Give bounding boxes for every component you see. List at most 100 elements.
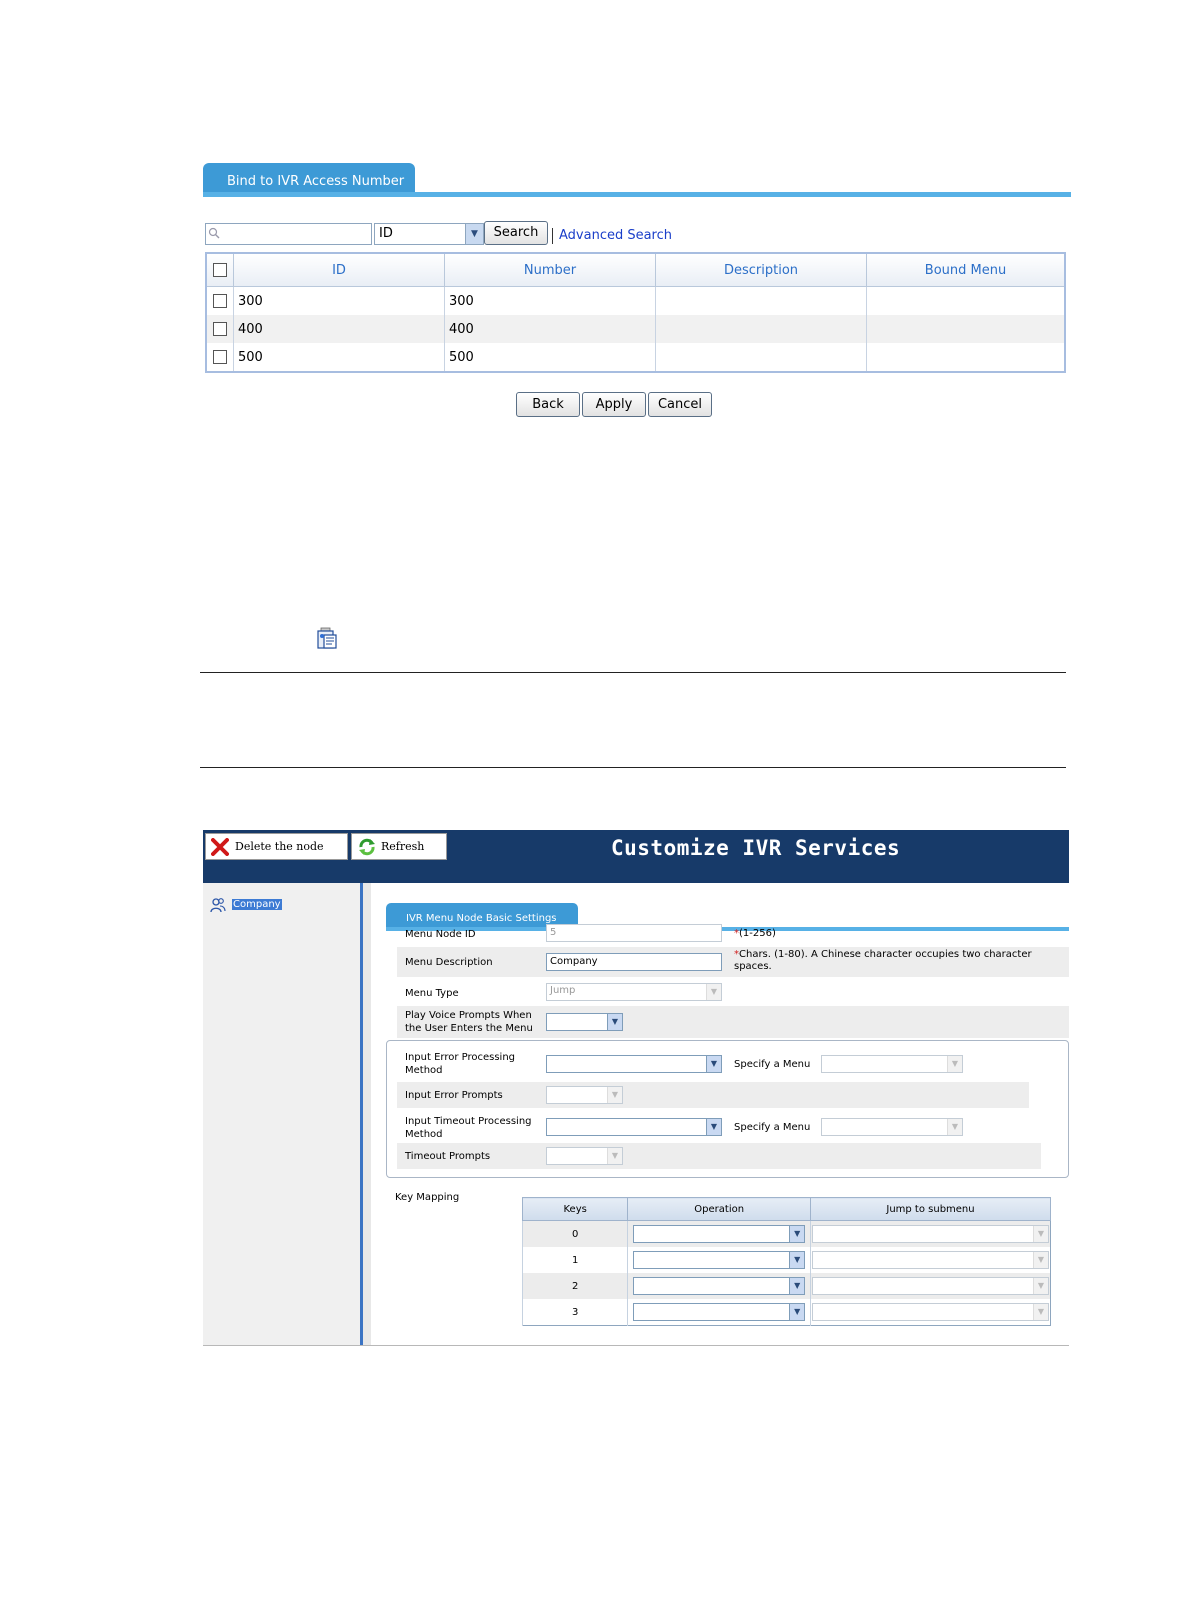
- search-input[interactable]: [205, 223, 372, 245]
- timeout-prompts-label: Timeout Prompts: [405, 1151, 491, 1162]
- menu-type-select: Jump ▼: [546, 983, 722, 1001]
- chevron-down-icon[interactable]: ▼: [706, 1119, 721, 1135]
- menu-description-field[interactable]: Company: [546, 953, 722, 971]
- apply-button[interactable]: Apply: [582, 392, 646, 417]
- operation-select[interactable]: ▼: [633, 1303, 806, 1321]
- cell-operation: ▼: [627, 1273, 811, 1299]
- column-header-id[interactable]: ID: [233, 252, 445, 287]
- cell-key: 2: [521, 1273, 628, 1299]
- table-row: 3 ▼ ▼: [521, 1299, 1051, 1326]
- chevron-down-icon: ▼: [1033, 1278, 1048, 1294]
- operation-select[interactable]: ▼: [633, 1225, 806, 1243]
- chevron-down-icon: ▼: [607, 1148, 622, 1164]
- play-voice-prompts-row: Play Voice Prompts When the User Enters …: [397, 1006, 1069, 1038]
- input-timeout-method-select[interactable]: ▼: [546, 1118, 722, 1136]
- cell-submenu: ▼: [810, 1247, 1051, 1273]
- chevron-down-icon: ▼: [1033, 1304, 1048, 1320]
- input-error-method-select[interactable]: ▼: [546, 1055, 722, 1073]
- cell-id: 500: [233, 343, 445, 372]
- cell-bound-menu: [866, 343, 1066, 372]
- table-row[interactable]: 400 400: [205, 315, 1066, 343]
- cell-id: 400: [233, 315, 445, 343]
- hint-text: (1-256): [739, 928, 776, 939]
- cancel-button[interactable]: Cancel: [648, 392, 712, 417]
- specify-menu-select: ▼: [821, 1118, 963, 1136]
- operation-select[interactable]: ▼: [633, 1251, 806, 1269]
- cell-number: 400: [444, 315, 656, 343]
- divider: [200, 672, 1066, 673]
- cell-operation: ▼: [627, 1299, 811, 1326]
- content-gutter: [363, 883, 371, 1346]
- menu-node-id-row: Menu Node ID 5 *(1-256): [397, 921, 1069, 947]
- column-header-bound-menu[interactable]: Bound Menu: [866, 252, 1066, 287]
- page-title: Customize IVR Services: [611, 836, 901, 860]
- search-field-select[interactable]: ID ▼: [374, 223, 484, 245]
- chevron-down-icon[interactable]: ▼: [607, 1014, 622, 1030]
- chevron-down-icon: ▼: [947, 1119, 962, 1135]
- chevron-down-icon[interactable]: ▼: [789, 1278, 805, 1294]
- cell-key: 3: [521, 1299, 628, 1326]
- row-checkbox[interactable]: [212, 322, 227, 336]
- menu-type-value: Jump: [550, 985, 576, 996]
- row-select-cell: [205, 343, 234, 372]
- table-row: 1 ▼ ▼: [521, 1247, 1051, 1273]
- cell-id: 300: [233, 286, 445, 315]
- row-checkbox[interactable]: [212, 294, 227, 308]
- chevron-down-icon: ▼: [1033, 1226, 1048, 1242]
- table-row[interactable]: 300 300: [205, 286, 1066, 315]
- input-error-prompts-row: Input Error Prompts ▼: [397, 1082, 1029, 1108]
- back-button[interactable]: Back: [516, 392, 580, 417]
- menu-description-label: Menu Description: [405, 957, 493, 968]
- row-checkbox[interactable]: [212, 350, 227, 364]
- search-button[interactable]: Search: [484, 221, 548, 245]
- chevron-down-icon: ▼: [706, 984, 721, 1000]
- advanced-search-link[interactable]: Advanced Search: [559, 228, 672, 243]
- input-error-prompts-select: ▼: [546, 1086, 623, 1104]
- tree-node-company[interactable]: Company: [232, 899, 282, 910]
- cell-description: [655, 315, 867, 343]
- column-header-jump-to-submenu: Jump to submenu: [810, 1197, 1051, 1221]
- input-error-prompts-label: Input Error Prompts: [405, 1090, 503, 1101]
- cell-description: [655, 286, 867, 315]
- chevron-down-icon[interactable]: ▼: [789, 1304, 805, 1320]
- table-header-row: ID Number Description Bound Menu: [205, 252, 1066, 287]
- chevron-down-icon[interactable]: ▼: [706, 1056, 721, 1072]
- search-icon: [208, 227, 220, 239]
- hint-text: Chars. (1-80). A Chinese character occup…: [734, 949, 1032, 972]
- specify-menu-label: Specify a Menu: [734, 1059, 811, 1070]
- menu-type-label: Menu Type: [405, 988, 459, 999]
- row-select-cell: [205, 315, 234, 343]
- table-row[interactable]: 500 500: [205, 343, 1066, 372]
- cell-submenu: ▼: [810, 1220, 1051, 1247]
- tab-underline: [203, 192, 1071, 197]
- input-timeout-method-label: Input Timeout Processing Method: [405, 1116, 532, 1140]
- menu-description-hint: *Chars. (1-80). A Chinese character occu…: [734, 949, 1044, 973]
- chevron-down-icon[interactable]: ▼: [789, 1252, 805, 1268]
- chevron-down-icon[interactable]: ▼: [465, 224, 483, 244]
- play-voice-prompts-select[interactable]: ▼: [546, 1013, 623, 1031]
- menu-tree-sidebar: [203, 883, 360, 1346]
- timeout-prompts-row: Timeout Prompts ▼: [397, 1143, 1041, 1169]
- select-all-checkbox[interactable]: [213, 263, 227, 277]
- cell-bound-menu: [866, 315, 1066, 343]
- column-header-description[interactable]: Description: [655, 252, 867, 287]
- ivr-services-window: Customize IVR Services Delete the node R…: [203, 830, 1069, 1346]
- specify-menu-select: ▼: [821, 1055, 963, 1073]
- menu-node-id-field: 5: [546, 924, 722, 942]
- cell-submenu: ▼: [810, 1299, 1051, 1326]
- delete-x-icon: [211, 838, 229, 856]
- chevron-down-icon[interactable]: ▼: [789, 1226, 805, 1242]
- refresh-label: Refresh: [381, 840, 425, 853]
- refresh-icon: [359, 838, 375, 856]
- key-mapping-label: Key Mapping: [395, 1192, 460, 1203]
- cell-operation: ▼: [627, 1247, 811, 1273]
- submenu-select: ▼: [812, 1251, 1049, 1269]
- cell-number: 300: [444, 286, 656, 315]
- submenu-select: ▼: [812, 1303, 1049, 1321]
- column-header-number[interactable]: Number: [444, 252, 656, 287]
- submenu-select: ▼: [812, 1277, 1049, 1295]
- delete-node-button[interactable]: Delete the node: [205, 833, 348, 860]
- refresh-button[interactable]: Refresh: [351, 833, 447, 860]
- operation-select[interactable]: ▼: [633, 1277, 806, 1295]
- table-header-row: Keys Operation Jump to submenu: [521, 1197, 1051, 1221]
